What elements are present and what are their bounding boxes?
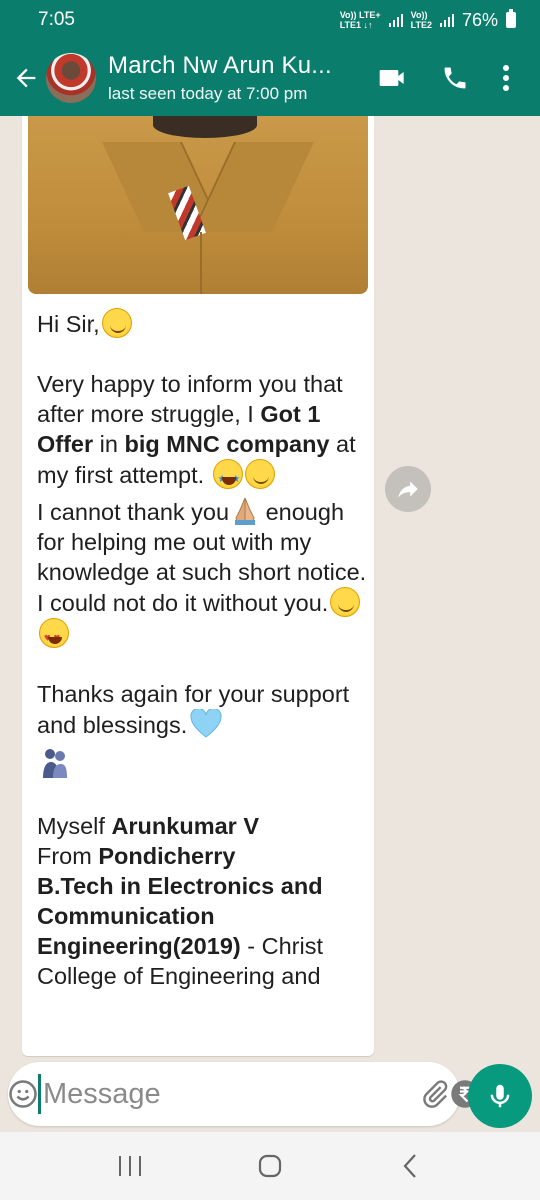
- text-span: in: [93, 431, 125, 457]
- forward-button[interactable]: [385, 466, 431, 512]
- people-hugging-icon: [43, 749, 67, 778]
- recents-icon: [119, 1156, 141, 1176]
- message-input[interactable]: [38, 1074, 420, 1114]
- status-bar: 7:05 Vo)) LTE+ LTE1 ↓↑ Vo)) LTE2 76%: [0, 0, 540, 40]
- smiling-face-icon: [330, 587, 361, 617]
- smiling-face-icon: [101, 308, 132, 338]
- message-paragraph: Thanks again for your support and blessi…: [37, 679, 367, 740]
- heart-eyes-icon: [39, 618, 69, 653]
- text-span: From: [37, 843, 99, 869]
- sim1-sub: LTE1 ↓↑: [339, 20, 373, 30]
- text-span: I cannot thank you: [37, 499, 230, 525]
- message-paragraph: I cannot thank you enough for helping me…: [37, 494, 367, 653]
- photo-collar-right: [192, 142, 314, 232]
- contact-name: March Nw Arun Ku...: [108, 52, 332, 79]
- smiling-face-icon: [244, 459, 275, 489]
- message-bubble[interactable]: Hi Sir, Very happy to inform you that af…: [22, 116, 374, 1056]
- voice-call-button[interactable]: [424, 48, 486, 108]
- video-call-button[interactable]: [362, 48, 424, 108]
- app-bar: March Nw Arun Ku... last seen today at 7…: [0, 40, 540, 116]
- battery-icon: [506, 9, 516, 28]
- status-indicators: Vo)) LTE+ LTE1 ↓↑ Vo)) LTE2 76%: [340, 9, 516, 31]
- contact-info[interactable]: March Nw Arun Ku... last seen today at 7…: [108, 52, 362, 104]
- home-icon: [258, 1154, 282, 1178]
- sim2-label: Vo)): [410, 10, 428, 20]
- more-options-button[interactable]: [486, 48, 526, 108]
- header-actions: [362, 48, 540, 108]
- sim1-indicator: Vo)) LTE+ LTE1 ↓↑: [340, 10, 381, 30]
- composer-row: [0, 1060, 540, 1132]
- system-nav-bar: [0, 1132, 540, 1200]
- photo-placket: [200, 232, 202, 294]
- chat-header: 7:05 Vo)) LTE+ LTE1 ↓↑ Vo)) LTE2 76% Mar…: [0, 0, 540, 116]
- voice-message-button[interactable]: [468, 1064, 532, 1128]
- back-button[interactable]: [0, 40, 44, 116]
- star-struck-icon: [212, 459, 243, 495]
- paperclip-icon: [423, 1080, 448, 1108]
- attach-button[interactable]: [420, 1062, 450, 1126]
- battery-percent: 76%: [461, 9, 498, 30]
- bold-text: big MNC company: [124, 431, 330, 457]
- emoji-icon: [9, 1080, 37, 1108]
- signal-bars-icon: [439, 13, 454, 27]
- chevron-left-icon: [403, 1154, 416, 1178]
- chat-area[interactable]: Hi Sir, Very happy to inform you that af…: [0, 116, 540, 1060]
- message-paragraph: Very happy to inform you that after more…: [37, 369, 367, 495]
- sim2-sub: LTE2: [410, 20, 432, 30]
- message-line: Myself Arunkumar V: [37, 811, 367, 841]
- bold-text: Arunkumar V: [111, 813, 260, 839]
- message-image[interactable]: [28, 116, 368, 294]
- more-vert-icon: [503, 65, 509, 91]
- message-line: From Pondicherry: [37, 841, 367, 871]
- last-seen-status: last seen today at 7:00 pm: [108, 84, 308, 103]
- sim1-label: Vo)) LTE+: [339, 10, 381, 20]
- status-time: 7:05: [38, 9, 75, 30]
- message-line: [37, 746, 367, 781]
- arrow-left-icon: [16, 68, 36, 88]
- photo-beard: [153, 116, 257, 138]
- light-blue-heart-icon: [190, 709, 222, 738]
- emoji-button[interactable]: [8, 1062, 38, 1126]
- message-line: Hi Sir,: [37, 308, 367, 339]
- forward-icon: [398, 481, 418, 498]
- folded-hands-icon: [235, 497, 256, 525]
- signal-bars-icon: [388, 13, 403, 27]
- greeting-text: Hi Sir,: [37, 311, 100, 337]
- bold-text: Pondicherry: [98, 843, 236, 869]
- text-span: Myself: [37, 813, 112, 839]
- home-button[interactable]: [230, 1136, 310, 1196]
- message-text: Hi Sir, Very happy to inform you that af…: [37, 308, 367, 991]
- video-camera-icon: [379, 70, 404, 86]
- phone-icon: [444, 67, 466, 89]
- composer-box: [8, 1062, 507, 1126]
- message-paragraph: B.Tech in Electronics and Communication …: [37, 871, 367, 991]
- recents-button[interactable]: [90, 1136, 170, 1196]
- back-nav-button[interactable]: [370, 1136, 450, 1196]
- sim2-indicator: Vo)) LTE2: [411, 10, 432, 30]
- mic-icon: [490, 1084, 510, 1108]
- avatar[interactable]: [46, 53, 96, 103]
